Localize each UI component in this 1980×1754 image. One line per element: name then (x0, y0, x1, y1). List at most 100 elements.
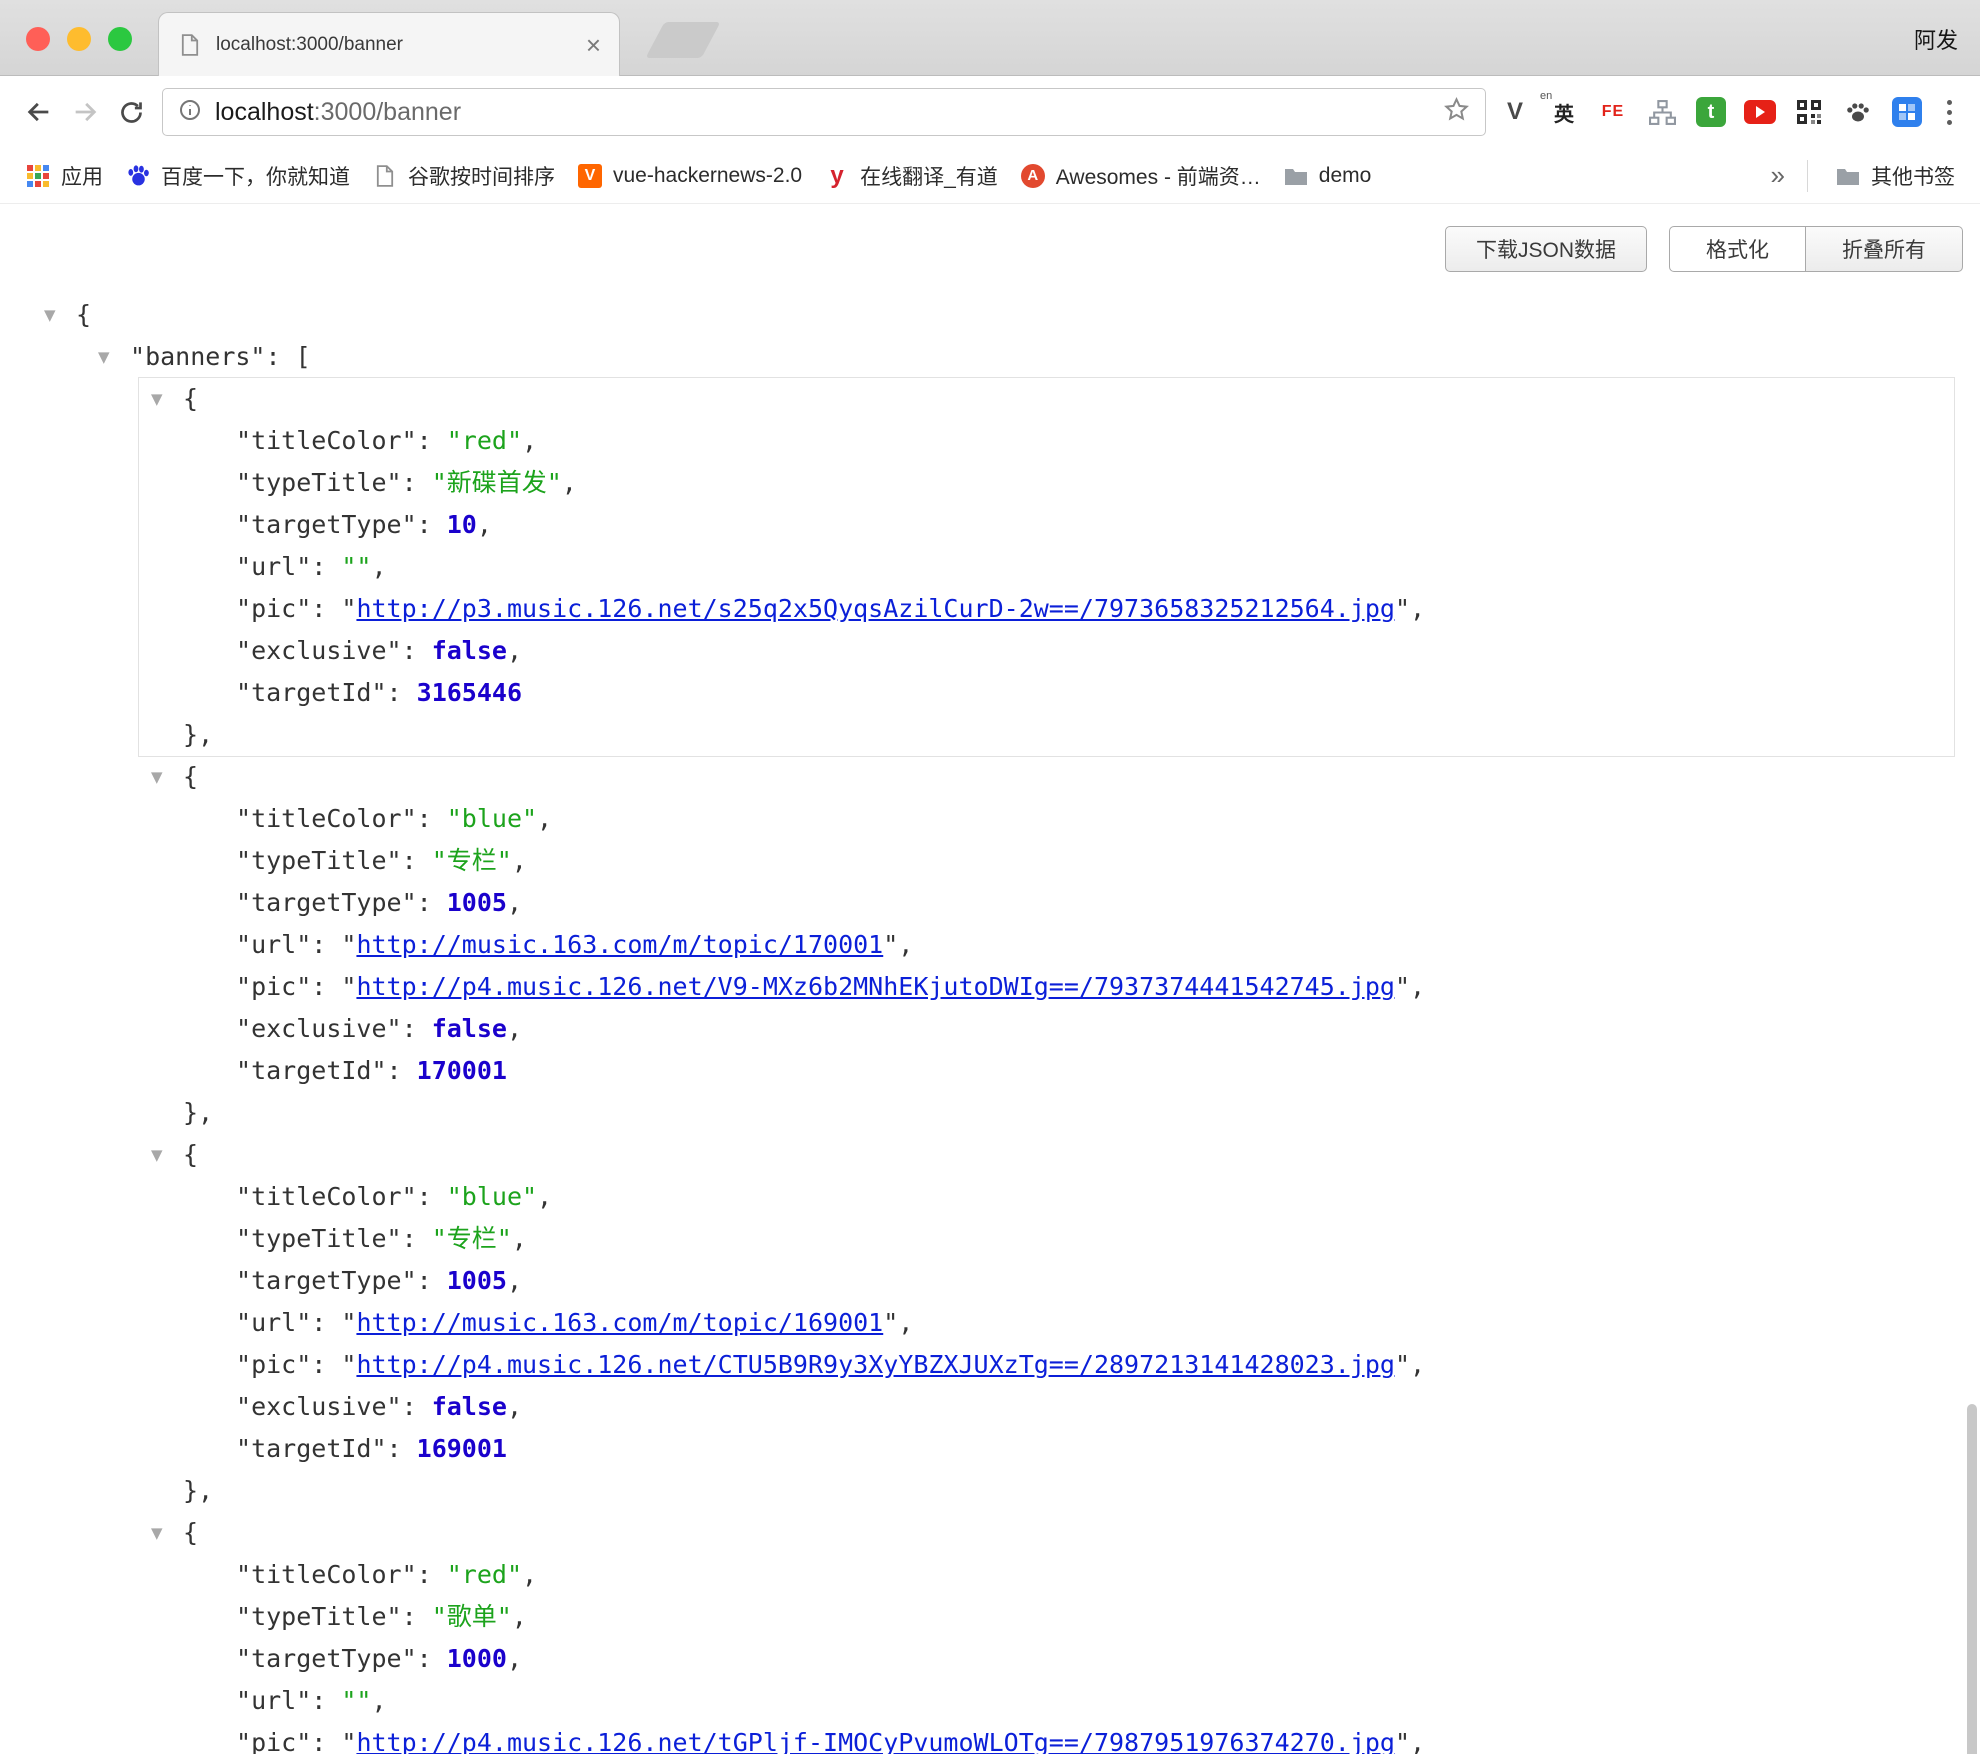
other-bookmarks-label: 其他书签 (1871, 161, 1955, 191)
json-line: "titleColor": "red", (139, 1554, 1954, 1596)
sitemap-extension-icon[interactable] (1645, 95, 1679, 129)
close-window-button[interactable] (26, 27, 50, 51)
json-line: ▼"banners": [ (0, 336, 1980, 378)
vertical-scrollbar[interactable] (1967, 1404, 1977, 1754)
collapse-toggle-icon[interactable]: ▼ (151, 378, 163, 420)
fe-extension-icon[interactable]: FE (1596, 95, 1630, 129)
bookmark-item[interactable]: demo (1272, 155, 1383, 197)
bookmark-item[interactable]: 百度一下，你就知道 (114, 155, 361, 197)
collapse-toggle-icon[interactable]: ▼ (151, 1134, 163, 1176)
download-json-button[interactable]: 下载JSON数据 (1445, 226, 1647, 272)
tab-close-icon[interactable]: × (586, 32, 601, 58)
window-controls (26, 27, 132, 51)
forward-button[interactable] (62, 89, 108, 135)
bookmark-label: 百度一下，你就知道 (161, 161, 350, 191)
json-line: "typeTitle": "歌单", (139, 1596, 1954, 1638)
bookmarks-list: 应用 百度一下，你就知道 谷歌按时间排序 Vvue-hackernews-2.0 y 在线… (14, 155, 1382, 197)
bookmark-label: 谷歌按时间排序 (408, 161, 555, 191)
bookmark-item[interactable]: y 在线翻译_有道 (813, 155, 1009, 197)
json-line: "titleColor": "blue", (139, 1176, 1954, 1218)
url-text: localhost:3000/banner (215, 98, 1443, 127)
json-line: "titleColor": "red", (139, 420, 1954, 462)
browser-tab[interactable]: localhost:3000/banner × (158, 12, 620, 76)
page-icon (177, 32, 203, 58)
new-tab-button[interactable] (645, 22, 720, 58)
other-bookmarks-folder[interactable]: 其他书签 (1824, 155, 1966, 197)
json-viewer-actions: 下载JSON数据 格式化 折叠所有 (1445, 226, 1963, 272)
minimize-window-button[interactable] (67, 27, 91, 51)
vue-icon: V (577, 163, 603, 189)
json-line: }, (139, 714, 1954, 756)
bookmark-item[interactable]: 应用 (14, 155, 114, 197)
json-line: ▼{ (139, 1134, 1954, 1176)
translate-extension-icon[interactable]: 英en (1547, 95, 1581, 129)
address-bar[interactable]: localhost:3000/banner (162, 88, 1486, 136)
json-link[interactable]: http://p4.music.126.net/V9-MXz6b2MNhEKju… (356, 972, 1395, 1001)
json-line: "pic": "http://p3.music.126.net/s25q2x5Q… (139, 588, 1954, 630)
bookmark-item[interactable]: AAwesomes - 前端资… (1009, 155, 1272, 197)
reload-button[interactable] (108, 89, 154, 135)
browser-menu-button[interactable] (1934, 92, 1964, 132)
collapse-toggle-icon[interactable]: ▼ (151, 756, 163, 798)
json-line: "targetType": 1000, (139, 1638, 1954, 1680)
bookmarks-bar: 应用 百度一下，你就知道 谷歌按时间排序 Vvue-hackernews-2.0 y 在线… (0, 148, 1980, 204)
vimium-extension-icon[interactable]: V (1498, 95, 1532, 129)
clipper-extension-icon[interactable] (1890, 95, 1924, 129)
collapse-toggle-icon[interactable]: ▼ (44, 294, 56, 336)
bookmarks-overflow-chevron[interactable]: » (1765, 160, 1791, 191)
bookmark-star-icon[interactable] (1443, 96, 1470, 128)
json-line: "exclusive": false, (139, 1386, 1954, 1428)
zoom-window-button[interactable] (108, 27, 132, 51)
back-button[interactable] (16, 89, 62, 135)
site-info-icon[interactable] (178, 98, 202, 127)
json-line: "url": "http://music.163.com/m/topic/170… (139, 924, 1954, 966)
page-icon (372, 163, 398, 189)
json-link[interactable]: http://p4.music.126.net/tGPljf-IMOCyPvum… (356, 1728, 1395, 1754)
json-object: ▼{"titleColor": "blue","typeTitle": "专栏"… (139, 1134, 1954, 1512)
json-line: "typeTitle": "专栏", (139, 840, 1954, 882)
json-line: "pic": "http://p4.music.126.net/V9-MXz6b… (139, 966, 1954, 1008)
bookmark-label: 在线翻译_有道 (860, 161, 998, 191)
json-line: "url": "", (139, 546, 1954, 588)
json-line: "url": "", (139, 1680, 1954, 1722)
json-link[interactable]: http://music.163.com/m/topic/170001 (356, 930, 883, 959)
folder-icon (1835, 163, 1861, 189)
tab-strip: localhost:3000/banner × 阿发 (0, 0, 1980, 76)
json-line: ▼{ (139, 756, 1954, 798)
json-line: "url": "http://music.163.com/m/topic/169… (139, 1302, 1954, 1344)
apps-grid-icon (25, 163, 51, 189)
collapse-toggle-icon[interactable]: ▼ (151, 1512, 163, 1554)
qr-extension-icon[interactable] (1792, 95, 1826, 129)
bookmark-item[interactable]: 谷歌按时间排序 (361, 155, 566, 197)
json-line: ▼{ (0, 294, 1980, 336)
format-button[interactable]: 格式化 (1669, 226, 1806, 272)
page-content: 下载JSON数据 格式化 折叠所有 ▼{▼"banners": [▼{"titl… (0, 204, 1980, 1752)
json-line: "titleColor": "blue", (139, 798, 1954, 840)
tab-title: localhost:3000/banner (216, 34, 586, 56)
json-line: ▼{ (139, 378, 1954, 420)
collapse-toggle-icon[interactable]: ▼ (98, 336, 110, 378)
json-line: }, (139, 1470, 1954, 1512)
json-line: "targetType": 1005, (139, 882, 1954, 924)
json-link[interactable]: http://p4.music.126.net/CTU5B9R9y3XyYBZX… (356, 1350, 1395, 1379)
bookmark-label: 应用 (61, 161, 103, 191)
json-line: "typeTitle": "新碟首发", (139, 462, 1954, 504)
monkey-extension-icon[interactable]: t (1694, 95, 1728, 129)
bookmarks-divider (1807, 160, 1808, 192)
json-link[interactable]: http://music.163.com/m/topic/169001 (356, 1308, 883, 1337)
paw-extension-icon[interactable] (1841, 95, 1875, 129)
json-line: "targetId": 3165446 (139, 672, 1954, 714)
awesomes-icon: A (1020, 163, 1046, 189)
url-path: :3000/banner (314, 98, 461, 126)
json-line: "targetId": 170001 (139, 1050, 1954, 1092)
format-button-group: 格式化 折叠所有 (1669, 226, 1963, 272)
json-link[interactable]: http://p3.music.126.net/s25q2x5QyqsAzilC… (356, 594, 1395, 623)
youdao-icon: y (824, 163, 850, 189)
json-line: "typeTitle": "专栏", (139, 1218, 1954, 1260)
youtube-extension-icon[interactable] (1743, 95, 1777, 129)
bookmark-item[interactable]: Vvue-hackernews-2.0 (566, 155, 813, 197)
json-line: "targetType": 1005, (139, 1260, 1954, 1302)
json-line: "pic": "http://p4.music.126.net/CTU5B9R9… (139, 1344, 1954, 1386)
navigation-toolbar: localhost:3000/banner V 英en FE t (0, 76, 1980, 148)
collapse-all-button[interactable]: 折叠所有 (1806, 226, 1963, 272)
